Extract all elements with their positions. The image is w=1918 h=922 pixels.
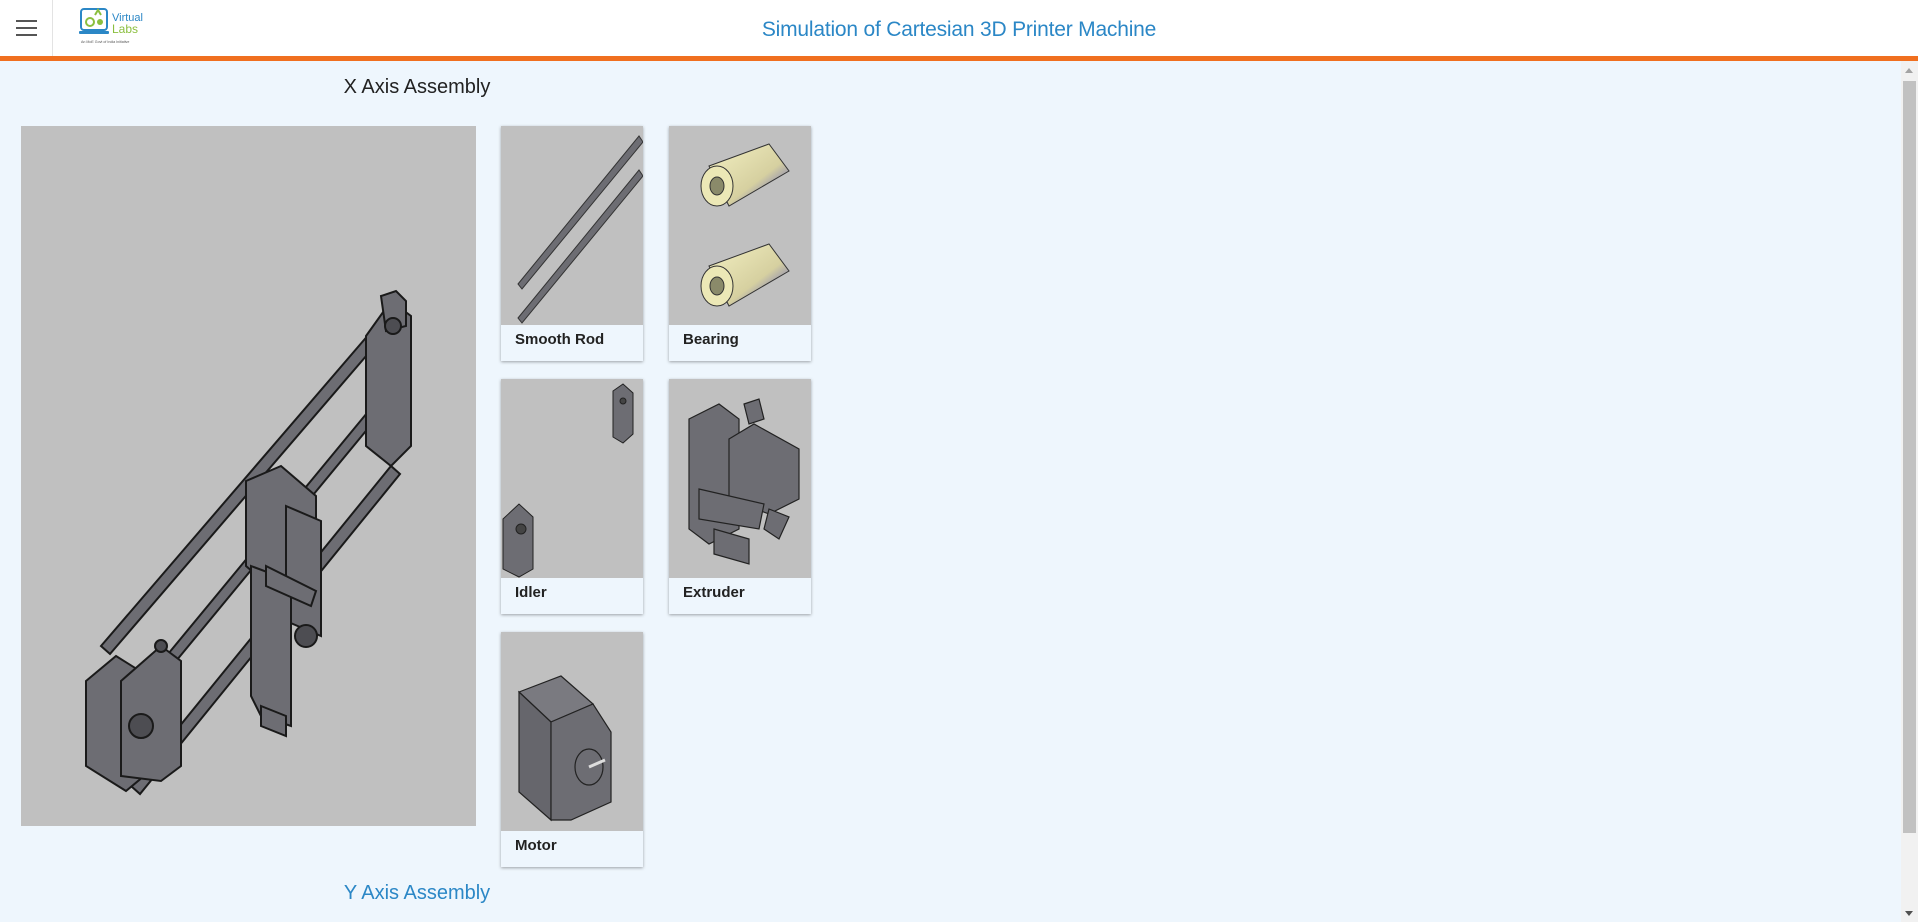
svg-text:Labs: Labs <box>112 22 138 36</box>
page-title: Simulation of Cartesian 3D Printer Machi… <box>761 18 1157 41</box>
part-card-extruder[interactable]: Extruder <box>669 379 811 614</box>
virtual-labs-logo[interactable]: Virtual Labs An MoE Govt of India Initia… <box>78 5 154 47</box>
part-label: Smooth Rod <box>515 331 605 348</box>
part-label: Idler <box>515 584 547 601</box>
svg-text:An MoE Govt of India Initiativ: An MoE Govt of India Initiative <box>81 40 129 44</box>
hamburger-menu-icon[interactable] <box>0 0 53 56</box>
part-card-bearing[interactable]: Bearing <box>669 126 811 361</box>
y-axis-assembly-heading[interactable]: Y Axis Assembly <box>340 882 494 905</box>
part-label: Bearing <box>683 331 739 348</box>
page-scrollbar[interactable] <box>1901 61 1918 922</box>
top-navbar: Virtual Labs An MoE Govt of India Initia… <box>0 0 1918 61</box>
part-card-idler[interactable]: Idler <box>501 379 643 614</box>
extruder-icon <box>669 379 811 578</box>
x-axis-assembly-drop-area[interactable] <box>21 126 476 826</box>
part-label: Motor <box>515 837 557 854</box>
smooth-rod-icon <box>501 126 643 325</box>
bearing-icon <box>669 126 811 325</box>
scroll-up-icon[interactable] <box>1905 68 1913 73</box>
motor-icon <box>501 632 643 831</box>
idler-icon <box>501 379 643 578</box>
scroll-down-icon[interactable] <box>1905 911 1913 916</box>
x-axis-assembly-drawing <box>85 289 412 796</box>
part-card-smooth-rod[interactable]: Smooth Rod <box>501 126 643 361</box>
part-label: Extruder <box>683 584 745 601</box>
scrollbar-thumb[interactable] <box>1903 81 1916 833</box>
part-card-motor[interactable]: Motor <box>501 632 643 867</box>
x-axis-assembly-heading: X Axis Assembly <box>343 76 491 98</box>
